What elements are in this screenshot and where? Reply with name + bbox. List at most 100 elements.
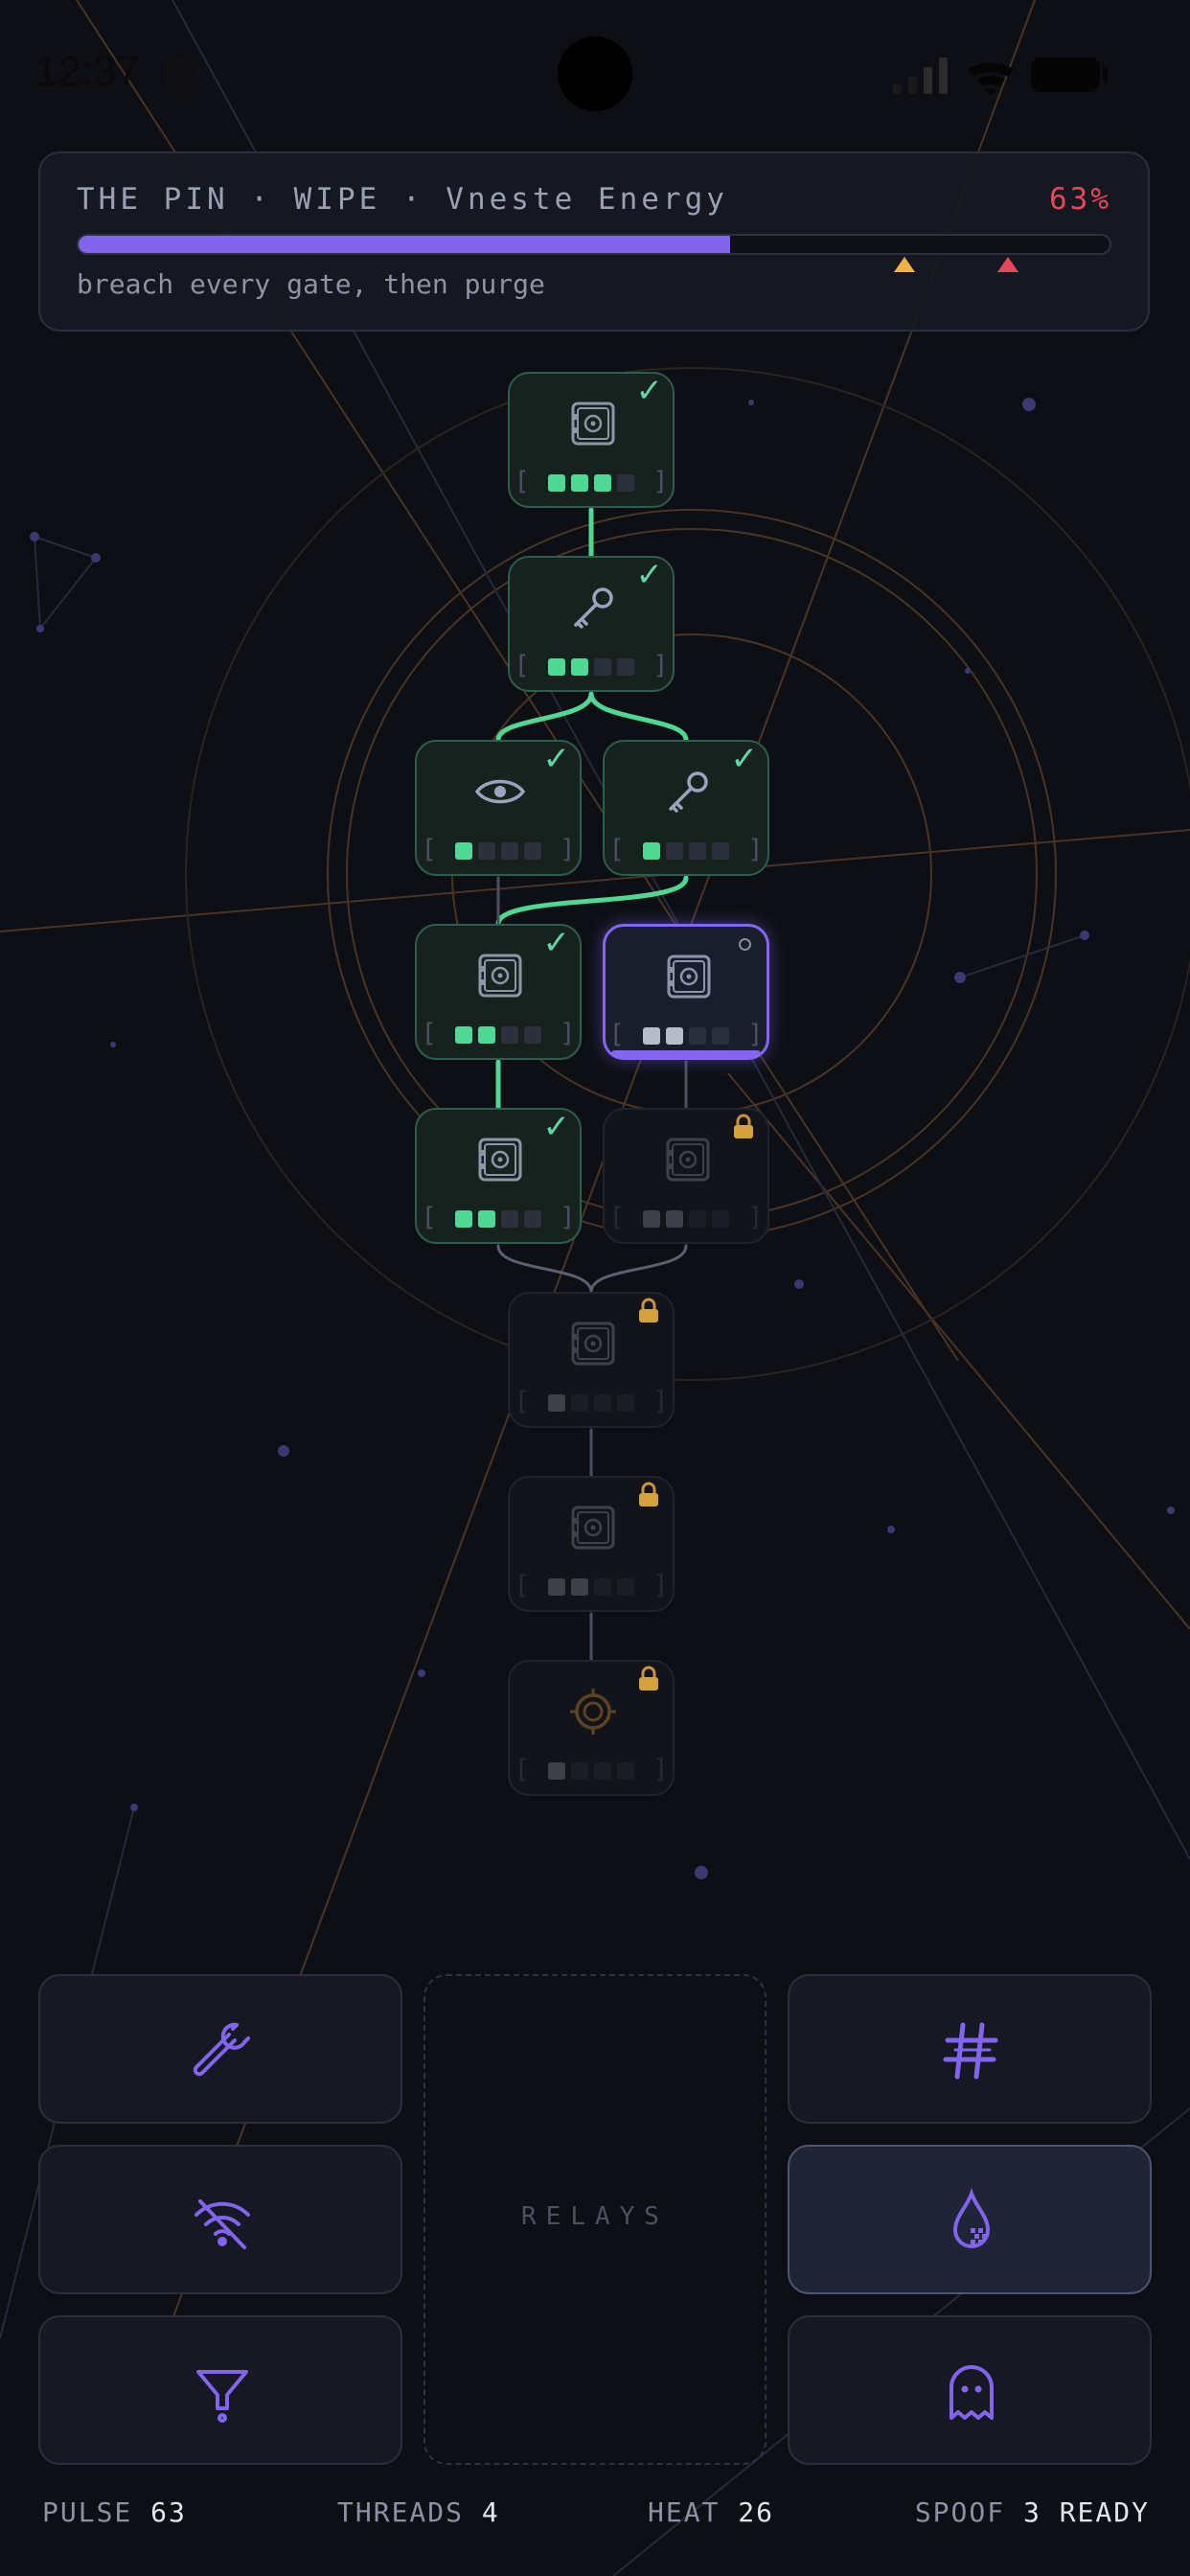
stat-pulse-label: PULSE (42, 2496, 133, 2528)
pip (666, 841, 683, 860)
link-n4-n5 (495, 875, 689, 927)
pip (594, 1761, 611, 1780)
pip (455, 841, 472, 860)
pip (689, 841, 706, 860)
pip (712, 841, 729, 860)
signal-off-tool-button[interactable] (38, 2145, 402, 2294)
node-target[interactable]: [ ] (508, 1660, 675, 1796)
stat-pulse-value: 63 (150, 2496, 187, 2528)
node-gate-7[interactable]: ✓ [ ] (415, 1108, 582, 1244)
drop-icon (952, 2188, 991, 2248)
pip-bracket-right-icon: ] (747, 1020, 764, 1049)
checkmark-icon: ✓ (542, 1108, 571, 1146)
pip-bracket-left-icon: [ (608, 835, 625, 864)
pip-bracket-right-icon: ] (652, 651, 669, 680)
pip-bracket-right-icon: ] (560, 835, 576, 864)
pip-bracket-left-icon: [ (608, 1203, 625, 1232)
pip-bracket-right-icon: ] (652, 1755, 669, 1784)
active-node-bar (611, 1050, 761, 1057)
relays-label: RELAYS (521, 2202, 669, 2231)
pip (594, 1577, 611, 1596)
pip (643, 1026, 660, 1045)
checkmark-icon: ✓ (730, 740, 759, 778)
link-n2-n4 (588, 691, 689, 743)
pip (455, 1025, 472, 1044)
lock-icon (731, 1114, 756, 1144)
pip (548, 473, 565, 492)
node-gate-4[interactable]: ✓ [ ] (603, 740, 769, 876)
pip-bracket-right-icon: ] (560, 1019, 576, 1048)
safe-icon (564, 395, 622, 456)
ghost-tool-button[interactable] (788, 2315, 1152, 2465)
eye-icon (471, 763, 529, 824)
link-n8-n9 (589, 1244, 688, 1294)
stat-spoof: SPOOF 3 READY (915, 2496, 1150, 2528)
target-icon (564, 1683, 622, 1744)
pip (689, 1026, 706, 1045)
safe-icon (564, 1315, 622, 1376)
pip-bracket-right-icon: ] (747, 835, 764, 864)
stat-spoof-value: 3 (1022, 2496, 1041, 2528)
pip (689, 1209, 706, 1228)
stat-threads-label: THREADS (337, 2496, 465, 2528)
pip-bracket-right-icon: ] (747, 1203, 764, 1232)
signal-off-icon (195, 2199, 250, 2249)
hash-tool-button[interactable] (788, 1974, 1152, 2124)
pip (524, 841, 541, 860)
stats-row: PULSE 63 THREADS 4 HEAT 26 SPOOF 3 READY (42, 2496, 1150, 2535)
safe-icon (660, 948, 718, 1009)
stat-pulse: PULSE 63 (42, 2496, 187, 2528)
pip (712, 1209, 729, 1228)
pip (617, 657, 634, 676)
pip (548, 657, 565, 676)
pip (617, 473, 634, 492)
pip (571, 1761, 588, 1780)
stat-heat-value: 26 (738, 2496, 775, 2528)
checkmark-icon: ✓ (542, 740, 571, 778)
node-gate-2[interactable]: ✓ [ ] (508, 556, 675, 692)
pip (712, 1026, 729, 1045)
pip-bracket-left-icon: [ (421, 835, 437, 864)
node-gate-8[interactable]: [ ] (603, 1108, 769, 1244)
node-strength-pips: [ ] (510, 1757, 673, 1782)
link-n7-n9 (496, 1244, 593, 1294)
key-icon (564, 579, 622, 640)
pip (666, 1026, 683, 1045)
pip (478, 1025, 495, 1044)
funnel-icon (196, 2370, 248, 2423)
pip-bracket-left-icon: [ (514, 1571, 530, 1600)
node-strength-pips: [ ] (510, 1389, 673, 1414)
node-strength-pips: [ ] (510, 653, 673, 678)
stat-spoof-status: READY (1059, 2496, 1150, 2528)
wrench-icon (193, 2022, 250, 2077)
node-strength-pips: [ ] (417, 1205, 580, 1230)
pip (571, 1393, 588, 1412)
relays-drop-zone[interactable]: RELAYS (423, 1974, 767, 2465)
checkmark-icon: ✓ (542, 924, 571, 962)
node-strength-pips: [ ] (606, 1022, 767, 1047)
pip (617, 1761, 634, 1780)
node-gate-5[interactable]: ✓ [ ] (415, 924, 582, 1060)
link-n2-n3 (495, 691, 594, 743)
pip-bracket-right-icon: ] (652, 467, 669, 496)
funnel-tool-button[interactable] (38, 2315, 402, 2465)
wrench-tool-button[interactable] (38, 1974, 402, 2124)
node-gate-3[interactable]: ✓ [ ] (415, 740, 582, 876)
pip (501, 1209, 518, 1228)
pip (501, 1025, 518, 1044)
pip (594, 473, 611, 492)
pip (571, 657, 588, 676)
node-gate-6[interactable]: [ ] (603, 924, 769, 1060)
node-strength-pips: [ ] (510, 469, 673, 494)
checkmark-icon: ✓ (635, 372, 664, 410)
hash-icon (943, 2022, 998, 2080)
drop-tool-button[interactable] (788, 2145, 1152, 2294)
pip (548, 1761, 565, 1780)
ghost-icon (950, 2365, 994, 2420)
safe-icon (659, 1131, 717, 1192)
pip-bracket-left-icon: [ (421, 1019, 437, 1048)
node-gate-10[interactable]: [ ] (508, 1476, 675, 1612)
node-gate-9[interactable]: [ ] (508, 1292, 675, 1428)
pip-bracket-right-icon: ] (560, 1203, 576, 1232)
node-gate-1[interactable]: ✓ [ ] (508, 372, 675, 508)
